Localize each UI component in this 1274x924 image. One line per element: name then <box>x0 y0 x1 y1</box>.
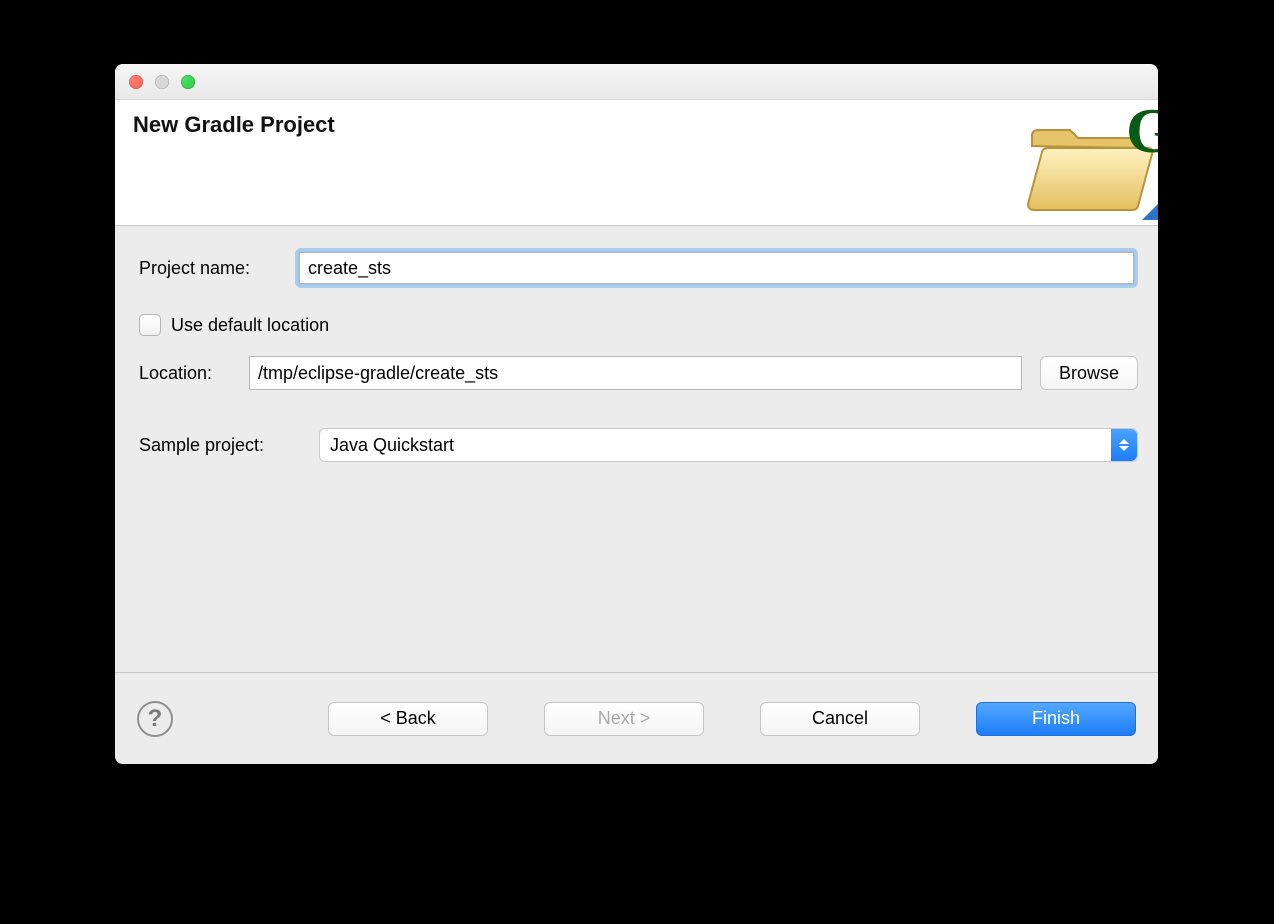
project-name-input[interactable] <box>299 252 1134 284</box>
dialog-window: New Gradle Project G Project <box>115 64 1158 764</box>
back-button-label: < Back <box>380 708 436 729</box>
next-button[interactable]: Next > <box>544 702 704 736</box>
use-default-location-label: Use default location <box>171 315 329 336</box>
browse-button[interactable]: Browse <box>1040 356 1138 390</box>
minimize-icon[interactable] <box>155 75 169 89</box>
location-row: Location: Browse <box>139 356 1138 390</box>
zoom-icon[interactable] <box>181 75 195 89</box>
titlebar <box>115 64 1158 100</box>
wizard-header: New Gradle Project G <box>115 100 1158 226</box>
cancel-button[interactable]: Cancel <box>760 702 920 736</box>
wizard-content: Project name: Use default location Locat… <box>115 226 1158 672</box>
chevron-up-down-icon <box>1111 429 1137 461</box>
wizard-footer: ? < Back Next > Cancel Finish <box>115 672 1158 764</box>
use-default-location-checkbox[interactable] <box>139 314 161 336</box>
cancel-button-label: Cancel <box>812 708 868 729</box>
location-label: Location: <box>139 363 249 384</box>
project-name-row: Project name: <box>139 248 1138 288</box>
project-name-focus-ring <box>295 248 1138 288</box>
sample-project-select[interactable]: Java Quickstart <box>319 428 1138 462</box>
finish-button-label: Finish <box>1032 708 1080 729</box>
project-name-label: Project name: <box>139 258 295 279</box>
gradle-folder-icon: G <box>1022 108 1158 220</box>
use-default-location-row: Use default location <box>139 314 1138 336</box>
sample-project-row: Sample project: Java Quickstart <box>139 428 1138 462</box>
finish-button[interactable]: Finish <box>976 702 1136 736</box>
svg-text:G: G <box>1126 108 1158 166</box>
help-icon[interactable]: ? <box>137 701 173 737</box>
location-input[interactable] <box>249 356 1022 390</box>
sample-project-value: Java Quickstart <box>330 435 454 456</box>
sample-project-label: Sample project: <box>139 435 319 456</box>
next-button-label: Next > <box>598 708 651 729</box>
close-icon[interactable] <box>129 75 143 89</box>
page-title: New Gradle Project <box>133 112 335 138</box>
browse-button-label: Browse <box>1059 363 1119 384</box>
back-button[interactable]: < Back <box>328 702 488 736</box>
